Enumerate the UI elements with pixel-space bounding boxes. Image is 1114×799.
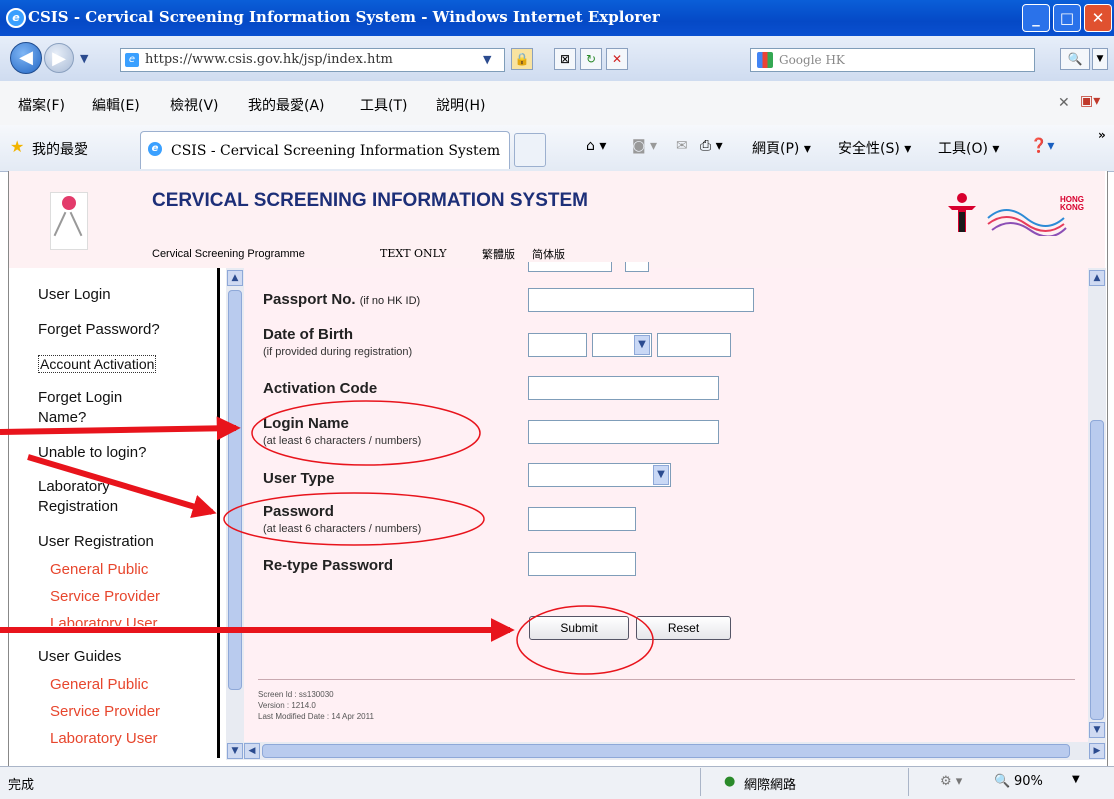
zoom-icon[interactable]: 🔍 [994, 774, 1010, 789]
annotation-circle-login [251, 400, 481, 466]
status-text: 完成 [8, 778, 35, 793]
annotation-arrow-password [27, 454, 217, 518]
internet-zone-icon: ● [724, 774, 736, 789]
annotation-overlay [0, 400, 654, 675]
annotation-circle-password [223, 492, 485, 546]
annotation-arrow-login [0, 416, 241, 441]
zone-text: 網際網路 [744, 778, 797, 793]
zoom-level[interactable]: 90% [1014, 774, 1043, 789]
zoom-dropdown-icon[interactable]: ▼ [1072, 774, 1080, 785]
protected-mode-icon[interactable]: ⚙ ▾ [940, 774, 962, 789]
annotation-circle-submit [516, 605, 654, 675]
